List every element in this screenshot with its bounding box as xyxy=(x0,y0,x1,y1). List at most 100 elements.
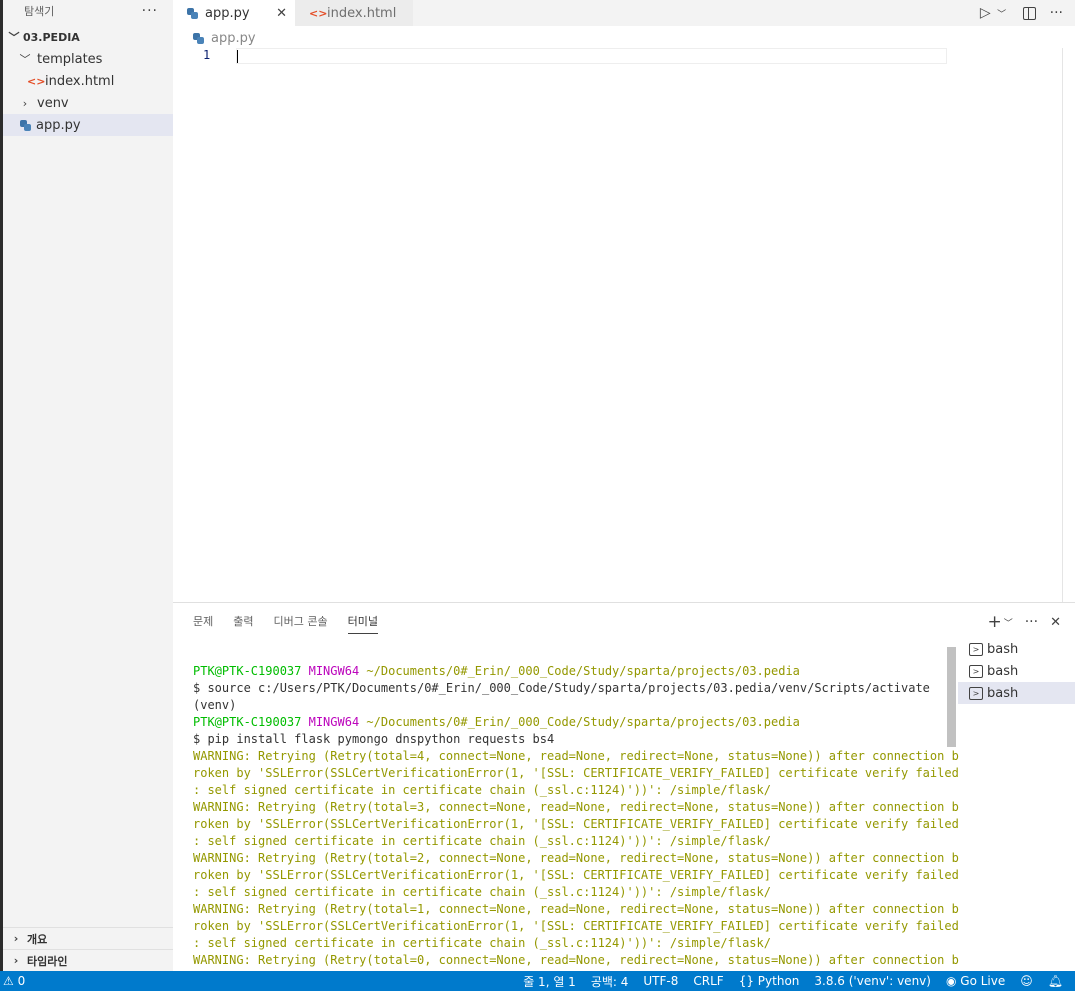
bottom-panel: 문제 출력 디버그 콘솔 터미널 + ﹀ ··· ✕ PTK@PTK-C1900… xyxy=(173,602,1075,971)
folder-root-03pedia[interactable]: ﹀ 03.PEDIA xyxy=(3,26,173,48)
terminal-line: (venv) xyxy=(193,698,237,712)
explorer-sidebar: 탐색기 ··· ﹀ 03.PEDIA ﹀ templates <> index.… xyxy=(3,0,173,971)
terminal-line: : self signed certificate in certificate… xyxy=(193,834,771,848)
terminal-item-label: bash xyxy=(987,641,1019,657)
new-terminal-icon[interactable]: + xyxy=(987,612,1001,632)
outline-label: 개요 xyxy=(27,932,48,946)
tree-item-label: templates xyxy=(37,51,103,67)
terminal-icon: > xyxy=(969,664,983,678)
html-file-icon: <> xyxy=(309,6,328,20)
terminal-line: : self signed certificate in certificate… xyxy=(193,936,771,950)
terminal-line: $ pip install flask pymongo dnspython re… xyxy=(193,732,555,746)
line-number: 1 xyxy=(203,48,211,62)
terminal-line: WARNING: Retrying (Retry(total=0, connec… xyxy=(193,953,959,967)
prompt-user: PTK@PTK-C190037 xyxy=(193,715,302,729)
terminal-item-label: bash xyxy=(987,685,1019,701)
encoding[interactable]: UTF-8 xyxy=(643,974,678,988)
folder-root-label: 03.PEDIA xyxy=(23,30,80,44)
more-actions-icon[interactable]: ··· xyxy=(142,3,158,19)
run-icon[interactable]: ▷ xyxy=(980,5,991,21)
timeline-label: 타임라인 xyxy=(27,954,68,968)
chevron-down-icon: ﹀ xyxy=(19,53,31,66)
panel-actions: + ﹀ ··· ✕ xyxy=(987,612,1061,632)
prompt-user: PTK@PTK-C190037 xyxy=(193,664,302,678)
html-file-icon: <> xyxy=(27,74,46,88)
bell-icon[interactable]: 🔔︎ xyxy=(1048,974,1063,988)
tab-output[interactable]: 출력 xyxy=(233,613,253,634)
tab-problems[interactable]: 문제 xyxy=(193,613,213,634)
chevron-down-icon[interactable]: ﹀ xyxy=(1004,616,1013,629)
cursor-position[interactable]: 줄 1, 열 1 xyxy=(523,973,576,990)
tree-item-label: index.html xyxy=(45,73,115,89)
prompt-path: ~/Documents/0#_Erin/_000_Code/Study/spar… xyxy=(366,715,800,729)
tree-item-index-html[interactable]: <> index.html xyxy=(3,70,173,92)
end-of-line[interactable]: CRLF xyxy=(693,974,723,988)
terminal-line: : self signed certificate in certificate… xyxy=(193,783,771,797)
chevron-down-icon: ﹀ xyxy=(8,31,20,44)
terminal-line: roken by 'SSLError(SSLCertVerificationEr… xyxy=(193,919,959,933)
chevron-right-icon: › xyxy=(13,932,19,945)
terminal-line: WARNING: Retrying (Retry(total=2, connec… xyxy=(193,851,959,865)
more-actions-icon[interactable]: ··· xyxy=(1025,614,1038,630)
language-label: Python xyxy=(757,974,800,988)
outline-section[interactable]: › 개요 xyxy=(3,927,173,949)
breadcrumb[interactable]: app.py xyxy=(193,28,256,48)
go-live-button[interactable]: ◉ Go Live xyxy=(946,974,1005,988)
text-cursor xyxy=(237,50,238,63)
chevron-down-icon[interactable]: ﹀ xyxy=(995,7,1009,20)
current-line-highlight[interactable] xyxy=(236,48,947,64)
tree-item-label: venv xyxy=(37,95,69,111)
terminal-output[interactable]: PTK@PTK-C190037 MINGW64 ~/Documents/0#_E… xyxy=(193,663,959,969)
terminal-line: WARNING: Retrying (Retry(total=4, connec… xyxy=(193,749,959,763)
go-live-label: Go Live xyxy=(960,974,1006,988)
terminal-line: WARNING: Retrying (Retry(total=3, connec… xyxy=(193,800,959,814)
prompt-path: ~/Documents/0#_Erin/_000_Code/Study/spar… xyxy=(366,664,800,678)
prompt-system: MINGW64 xyxy=(308,715,360,729)
panel-tabs: 문제 출력 디버그 콘솔 터미널 xyxy=(193,613,398,634)
python-file-icon xyxy=(193,32,204,44)
terminal-item-label: bash xyxy=(987,663,1019,679)
terminal-line: PTK@PTK-C190037 MINGW64 ~/Documents/0#_E… xyxy=(193,663,938,680)
more-actions-icon[interactable]: ··· xyxy=(1050,5,1063,21)
terminal-line: roken by 'SSLError(SSLCertVerificationEr… xyxy=(193,766,959,780)
tab-debug-console[interactable]: 디버그 콘솔 xyxy=(274,613,328,634)
tree-item-venv[interactable]: › venv xyxy=(3,92,173,114)
tab-app-py[interactable]: app.py ✕ xyxy=(173,0,295,26)
indentation[interactable]: 공백: 4 xyxy=(591,973,629,990)
status-bar: ⚠ 0 줄 1, 열 1 공백: 4 UTF-8 CRLF {} Python … xyxy=(0,971,1075,991)
terminal-list: > bash > bash > bash xyxy=(958,638,1075,704)
terminal-line: : self signed certificate in certificate… xyxy=(193,885,771,899)
split-editor-icon[interactable] xyxy=(1022,6,1036,20)
terminal-scrollbar[interactable] xyxy=(947,647,956,747)
problems-indicator[interactable]: ⚠ 0 xyxy=(3,974,25,988)
terminal-item-bash-3[interactable]: > bash xyxy=(958,682,1075,704)
terminal-line: $ source c:/Users/PTK/Documents/0#_Erin/… xyxy=(193,681,930,695)
tree-item-label: app.py xyxy=(36,117,81,133)
tab-terminal[interactable]: 터미널 xyxy=(347,613,378,634)
python-file-icon xyxy=(187,7,198,19)
breadcrumb-file: app.py xyxy=(211,30,256,46)
terminal-icon: > xyxy=(969,642,983,656)
terminal-item-bash-2[interactable]: > bash xyxy=(958,660,1075,682)
terminal-line: WARNING: Retrying (Retry(total=1, connec… xyxy=(193,902,959,916)
tree-item-app-py[interactable]: app.py xyxy=(3,114,173,136)
tab-label: app.py xyxy=(205,5,250,21)
tab-index-html[interactable]: <> index.html xyxy=(295,0,413,26)
language-mode[interactable]: {} Python xyxy=(739,974,800,988)
chevron-right-icon: › xyxy=(13,954,19,967)
prompt-system: MINGW64 xyxy=(308,664,360,678)
close-icon[interactable]: ✕ xyxy=(1050,615,1061,630)
timeline-section[interactable]: › 타임라인 xyxy=(3,949,173,971)
python-interpreter[interactable]: 3.8.6 ('venv': venv) xyxy=(814,974,931,988)
tree-item-templates[interactable]: ﹀ templates xyxy=(3,48,173,70)
terminal-line: roken by 'SSLError(SSLCertVerificationEr… xyxy=(193,868,959,882)
chevron-right-icon: › xyxy=(22,96,28,110)
editor-tabs: app.py ✕ <> index.html ▷ ﹀ ··· xyxy=(173,0,1075,26)
close-icon[interactable]: ✕ xyxy=(276,6,287,21)
editor-actions: ▷ ﹀ ··· xyxy=(980,0,1063,26)
feedback-icon[interactable]: ☺ xyxy=(1020,974,1033,988)
explorer-header: 탐색기 ··· xyxy=(3,0,173,22)
terminal-item-bash-1[interactable]: > bash xyxy=(958,638,1075,660)
terminal-line: PTK@PTK-C190037 MINGW64 ~/Documents/0#_E… xyxy=(193,714,938,731)
editor-scrollbar[interactable] xyxy=(1062,48,1063,602)
